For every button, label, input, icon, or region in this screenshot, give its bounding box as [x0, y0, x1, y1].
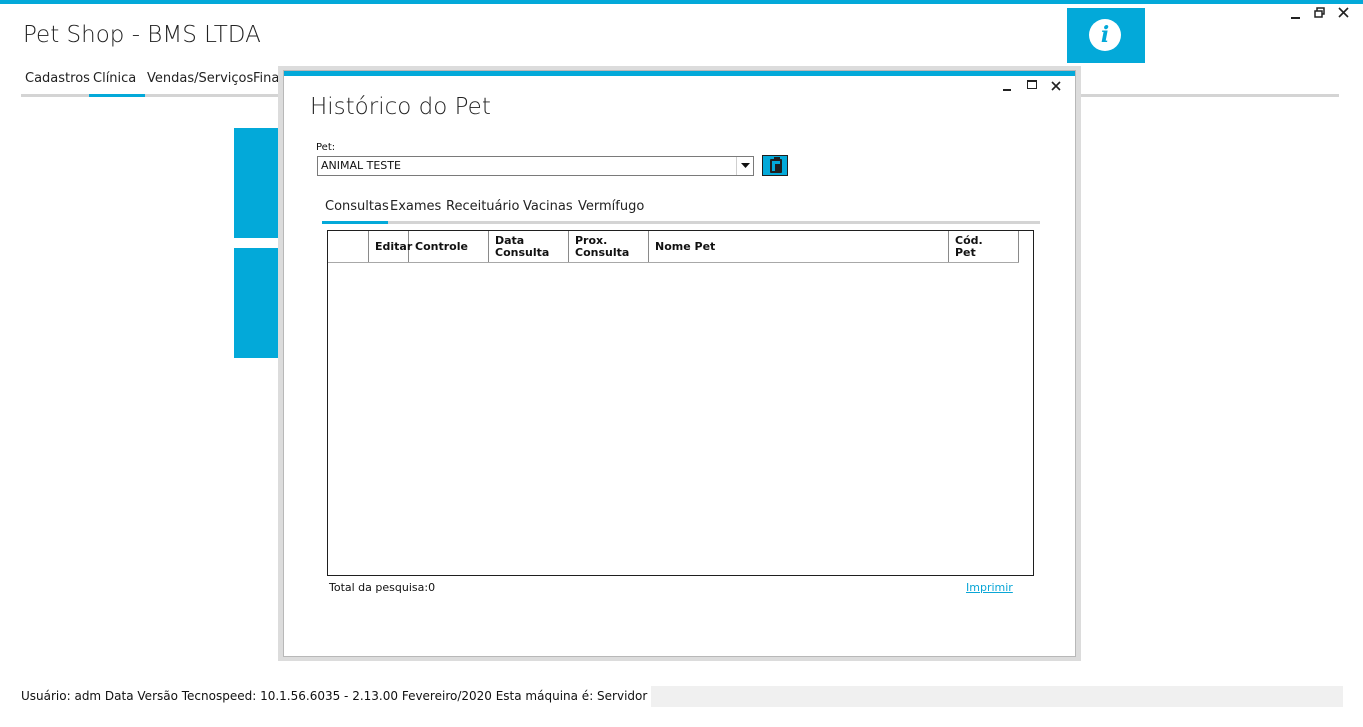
grid-header-editar[interactable]: Editar — [369, 231, 412, 262]
dialog-title: Histórico do Pet — [310, 94, 491, 120]
info-button[interactable]: i — [1067, 8, 1145, 63]
pet-label: Pet: — [316, 142, 336, 153]
search-total: Total da pesquisa:0 — [329, 581, 435, 594]
grid-header-nome-pet[interactable]: Nome Pet — [649, 231, 949, 262]
dialog-close-button[interactable] — [1051, 80, 1061, 95]
grid-header-prox-consulta[interactable]: Prox. Consulta — [569, 231, 649, 262]
grid-header: Editar Controle Data Consulta Prox. Cons… — [328, 231, 1019, 263]
tab-exames[interactable]: Exames — [390, 199, 441, 214]
app-restore-button[interactable] — [1314, 7, 1325, 22]
app-minimize-button[interactable] — [1291, 6, 1300, 19]
minimize-icon — [1003, 89, 1011, 91]
menu-vendas-servicos[interactable]: Vendas/Serviços — [147, 71, 253, 86]
status-text: Usuário: adm Data Versão Tecnospeed: 10.… — [18, 686, 652, 707]
tab-vacinas[interactable]: Vacinas — [523, 199, 573, 214]
info-icon: i — [1089, 19, 1121, 51]
app-title: Pet Shop - BMS LTDA — [23, 22, 261, 48]
tab-active-indicator — [322, 221, 388, 224]
dialog-maximize-button[interactable] — [1027, 80, 1037, 89]
top-accent-bar — [0, 0, 1363, 4]
clipboard-icon — [770, 157, 782, 173]
search-total-label: Total da pesquisa: — [329, 581, 429, 594]
pet-history-dialog: Histórico do Pet Pet: ANIMAL TESTE Consu… — [283, 70, 1076, 657]
chevron-down-icon[interactable] — [736, 157, 753, 175]
app-close-button[interactable] — [1338, 7, 1349, 22]
restore-icon — [1314, 7, 1325, 18]
pet-select-value: ANIMAL TESTE — [321, 159, 401, 172]
close-icon — [1338, 7, 1349, 18]
status-bar: Usuário: adm Data Versão Tecnospeed: 10.… — [18, 686, 1343, 707]
dialog-accent-bar — [284, 71, 1075, 76]
pet-select[interactable]: ANIMAL TESTE — [317, 156, 754, 176]
dialog-minimize-button[interactable] — [1003, 77, 1011, 91]
grid-header-data-consulta[interactable]: Data Consulta — [489, 231, 569, 262]
grid-header-selector — [328, 231, 369, 262]
grid-header-controle[interactable]: Controle — [409, 231, 489, 262]
pet-history-button[interactable] — [762, 155, 788, 176]
menu-clinica[interactable]: Clínica — [93, 71, 136, 86]
search-total-value: 0 — [428, 581, 436, 594]
grid-header-cod-pet[interactable]: Cód. Pet — [949, 231, 1019, 262]
print-link[interactable]: Imprimir — [966, 581, 1013, 594]
tab-receituario[interactable]: Receituário — [446, 199, 519, 214]
tab-vermifugo[interactable]: Vermífugo — [578, 199, 644, 214]
tabs-divider — [322, 221, 1040, 224]
consultas-grid[interactable]: Editar Controle Data Consulta Prox. Cons… — [327, 230, 1034, 576]
minimize-icon — [1291, 17, 1300, 19]
menu-active-indicator — [89, 94, 145, 97]
maximize-icon — [1027, 80, 1037, 89]
menu-cadastros[interactable]: Cadastros — [25, 71, 90, 86]
close-icon — [1051, 81, 1061, 91]
tab-consultas[interactable]: Consultas — [325, 199, 389, 214]
